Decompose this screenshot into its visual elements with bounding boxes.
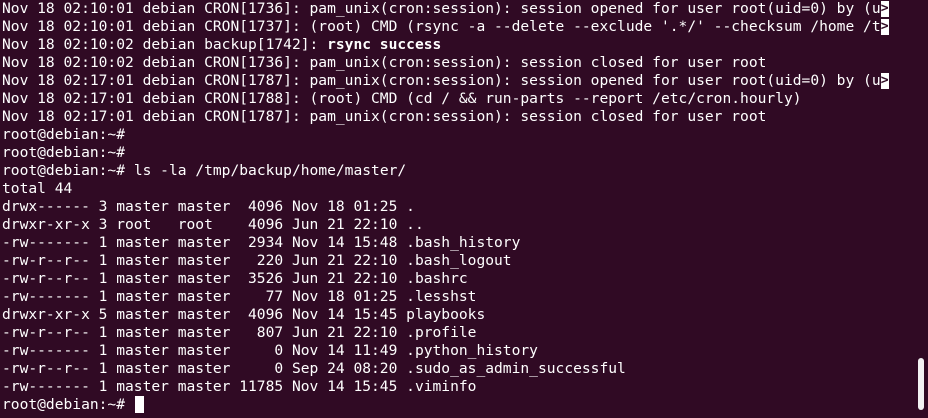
shell-prompt: root@debian:~# xyxy=(2,162,126,179)
line-truncated-marker: > xyxy=(880,1,889,17)
prompt-line: root@debian:~# xyxy=(2,126,910,144)
listing-row: -rw------- 1 master master 11785 Nov 14 … xyxy=(2,378,477,395)
listing-row: drwxr-xr-x 3 root root 4096 Jun 21 22:10… xyxy=(2,216,424,233)
listing-row: drwx------ 3 master master 4096 Nov 18 0… xyxy=(2,198,415,215)
shell-prompt: root@debian:~# xyxy=(2,144,126,161)
listing-row: drwxr-xr-x 5 master master 4096 Nov 14 1… xyxy=(2,306,486,323)
listing-row: -rw-r--r-- 1 master master 220 Jun 21 22… xyxy=(2,252,512,269)
vertical-scrollbar[interactable] xyxy=(918,0,926,418)
listing-row: -rw------- 1 master master 77 Nov 18 01:… xyxy=(2,288,477,305)
log-line: Nov 18 02:10:02 debian backup[1742]: rsy… xyxy=(2,36,442,53)
log-line: Nov 18 02:10:01 debian CRON[1736]: pam_u… xyxy=(2,0,889,17)
listing-row: -rw-r--r-- 1 master master 0 Sep 24 08:2… xyxy=(2,360,626,377)
listing-total: total 44 xyxy=(2,180,73,197)
shell-prompt: root@debian:~# xyxy=(2,396,126,413)
log-line: Nov 18 02:10:02 debian CRON[1736]: pam_u… xyxy=(2,54,767,71)
listing-row: -rw------- 1 master master 0 Nov 14 11:4… xyxy=(2,342,538,359)
log-line: Nov 18 02:17:01 debian CRON[1787]: pam_u… xyxy=(2,72,889,89)
text-cursor xyxy=(134,396,144,413)
command-text: ls -la /tmp/backup/home/master/ xyxy=(133,162,407,179)
syslog-block: Nov 18 02:10:01 debian CRON[1736]: pam_u… xyxy=(2,0,910,126)
line-truncated-marker: > xyxy=(880,19,889,35)
prompt-line: root@debian:~# xyxy=(2,144,910,162)
listing-row: -rw-r--r-- 1 master master 807 Jun 21 22… xyxy=(2,324,477,341)
terminal-output[interactable]: Nov 18 02:10:01 debian CRON[1736]: pam_u… xyxy=(2,0,910,418)
log-line: Nov 18 02:10:01 debian CRON[1737]: (root… xyxy=(2,18,889,35)
listing-row: -rw-r--r-- 1 master master 3526 Jun 21 2… xyxy=(2,270,468,287)
line-truncated-marker: > xyxy=(880,73,889,89)
active-prompt-line[interactable]: root@debian:~# xyxy=(2,396,910,414)
log-line: Nov 18 02:17:01 debian CRON[1787]: pam_u… xyxy=(2,108,767,125)
listing-row: -rw------- 1 master master 2934 Nov 14 1… xyxy=(2,234,521,251)
backup-status-text: rsync success xyxy=(327,36,442,53)
command-line: root@debian:~# ls -la /tmp/backup/home/m… xyxy=(2,162,910,180)
shell-prompt: root@debian:~# xyxy=(2,126,126,143)
log-line: Nov 18 02:17:01 debian CRON[1788]: (root… xyxy=(2,90,802,107)
directory-listing: drwx------ 3 master master 4096 Nov 18 0… xyxy=(2,198,910,396)
scrollbar-thumb[interactable] xyxy=(918,358,924,410)
